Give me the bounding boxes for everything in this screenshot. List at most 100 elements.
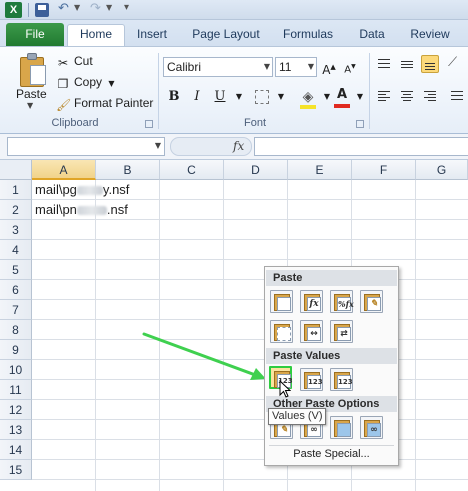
insert-function-icon[interactable]: fx bbox=[233, 139, 244, 153]
formula-input[interactable] bbox=[254, 137, 468, 156]
font-family-value: Calibri bbox=[167, 60, 202, 74]
redo-dropdown-icon[interactable]: ▼ bbox=[106, 3, 112, 12]
tab-formulas[interactable]: Formulas bbox=[277, 25, 339, 46]
paste-option-formulas[interactable]: fx bbox=[300, 290, 323, 313]
paste-option-values-number-format[interactable]: 123 bbox=[300, 368, 323, 391]
font-color-icon[interactable]: A bbox=[333, 86, 351, 104]
align-right-icon[interactable] bbox=[421, 87, 439, 105]
paintbrush-icon: ✎ bbox=[367, 297, 381, 311]
row-header[interactable]: 14 bbox=[0, 440, 32, 460]
customize-toolbar-icon[interactable]: ▾ bbox=[124, 2, 129, 13]
row-header[interactable]: 10 bbox=[0, 360, 32, 380]
tab-page-layout[interactable]: Page Layout bbox=[187, 25, 265, 46]
values-tooltip: Values (V) bbox=[268, 408, 326, 425]
mouse-cursor-icon bbox=[279, 380, 291, 398]
italic-button[interactable]: I bbox=[188, 88, 206, 106]
row-header[interactable]: 8 bbox=[0, 320, 32, 340]
row-header[interactable]: 2 bbox=[0, 200, 32, 220]
fill-color-icon[interactable]: ◈ bbox=[299, 88, 317, 106]
cell-a1[interactable]: mail\pg y.nsf bbox=[35, 180, 129, 200]
copy-dropdown-icon[interactable]: ▼ bbox=[108, 79, 114, 88]
no-borders-icon bbox=[277, 327, 291, 341]
tab-file[interactable]: File bbox=[6, 23, 64, 46]
align-bottom-icon[interactable] bbox=[421, 55, 439, 73]
underline-dropdown-icon[interactable]: ▼ bbox=[230, 88, 248, 106]
save-icon[interactable] bbox=[35, 3, 49, 17]
align-top-icon[interactable] bbox=[375, 55, 393, 73]
paste-option-values-source-format[interactable]: 123 bbox=[330, 368, 353, 391]
quick-access-toolbar: X ↶ ▼ ↷ ▼ ▾ bbox=[0, 0, 468, 20]
name-box[interactable]: ▼ bbox=[7, 137, 165, 156]
underline-button[interactable]: U bbox=[211, 88, 229, 106]
row-header[interactable]: 9 bbox=[0, 340, 32, 360]
font-family-select[interactable]: Calibri ▼ bbox=[163, 57, 273, 77]
tab-data[interactable]: Data bbox=[352, 25, 392, 46]
row-header[interactable]: 15 bbox=[0, 460, 32, 480]
align-middle-icon[interactable] bbox=[398, 55, 416, 73]
font-color-dropdown-icon[interactable]: ▼ bbox=[351, 88, 369, 106]
paste-option-no-borders[interactable] bbox=[270, 320, 293, 343]
link-icon: ∞ bbox=[307, 423, 321, 437]
paste-dropdown-icon[interactable]: ▼ bbox=[27, 101, 33, 110]
column-header-d[interactable]: D bbox=[224, 160, 288, 180]
orientation-icon[interactable]: ⟋ bbox=[448, 55, 466, 73]
copy-label: Copy bbox=[74, 75, 103, 89]
column-header-f[interactable]: F bbox=[352, 160, 416, 180]
paste-option-keep-column-widths[interactable]: ↔ bbox=[300, 320, 323, 343]
chevron-down-icon: ▼ bbox=[154, 141, 161, 150]
undo-dropdown-icon[interactable]: ▼ bbox=[74, 3, 80, 12]
bold-button[interactable]: B bbox=[165, 88, 183, 106]
paste-option-formulas-number-format[interactable]: %fx bbox=[330, 290, 354, 313]
group-separator bbox=[158, 53, 159, 129]
font-launcher-icon[interactable] bbox=[356, 120, 364, 128]
row-header[interactable]: 7 bbox=[0, 300, 32, 320]
column-header-e[interactable]: E bbox=[288, 160, 352, 180]
column-header-g[interactable]: G bbox=[416, 160, 468, 180]
borders-icon[interactable] bbox=[255, 90, 269, 104]
row-header[interactable]: 1 bbox=[0, 180, 32, 200]
decrease-indent-icon[interactable] bbox=[448, 87, 466, 105]
column-header-b[interactable]: B bbox=[96, 160, 160, 180]
paste-option-transpose[interactable]: ⇄ bbox=[330, 320, 353, 343]
paste-option-picture[interactable] bbox=[330, 416, 353, 439]
select-all-corner[interactable] bbox=[0, 160, 32, 180]
format-painter-button[interactable]: 🖌 Format Painter bbox=[56, 94, 153, 112]
toolbar-separator bbox=[28, 3, 29, 17]
redo-icon[interactable]: ↷ bbox=[90, 1, 101, 16]
row-header[interactable]: 12 bbox=[0, 400, 32, 420]
row-header[interactable]: 6 bbox=[0, 280, 32, 300]
tab-home[interactable]: Home bbox=[67, 24, 125, 46]
align-center-icon[interactable] bbox=[398, 87, 416, 105]
grow-font-icon[interactable]: A▲ bbox=[320, 58, 338, 77]
clipboard-launcher-icon[interactable] bbox=[145, 120, 153, 128]
column-header-c[interactable]: C bbox=[160, 160, 224, 180]
formula-icon: fx bbox=[307, 297, 321, 311]
menu-separator bbox=[269, 445, 394, 446]
row-header[interactable]: 5 bbox=[0, 260, 32, 280]
undo-icon[interactable]: ↶ bbox=[58, 1, 69, 16]
paste-option-keep-source-formatting[interactable]: ✎ bbox=[360, 290, 383, 313]
picture-icon bbox=[337, 423, 351, 437]
row-header[interactable]: 11 bbox=[0, 380, 32, 400]
paste-option-linked-picture[interactable]: ∞ bbox=[360, 416, 383, 439]
paste-button[interactable] bbox=[18, 53, 48, 89]
row-header[interactable]: 3 bbox=[0, 220, 32, 240]
gridline bbox=[32, 439, 468, 440]
font-size-select[interactable]: 11 ▼ bbox=[275, 57, 317, 77]
redacted-text bbox=[76, 186, 103, 196]
paste-values-section-header: Paste Values bbox=[266, 348, 397, 364]
paste-special-menu-item[interactable]: Paste Special... bbox=[265, 448, 398, 460]
column-header-a[interactable]: A bbox=[32, 160, 96, 180]
shrink-font-icon[interactable]: A▼ bbox=[341, 58, 359, 76]
paste-option-paste[interactable] bbox=[270, 290, 293, 313]
row-header[interactable]: 4 bbox=[0, 240, 32, 260]
cell-a2[interactable]: mail\pn .nsf bbox=[35, 200, 128, 220]
row-header[interactable]: 13 bbox=[0, 420, 32, 440]
cut-button[interactable]: ✂ Cut bbox=[56, 52, 93, 70]
group-separator bbox=[369, 53, 370, 129]
align-left-icon[interactable] bbox=[375, 87, 393, 105]
borders-dropdown-icon[interactable]: ▼ bbox=[272, 88, 290, 106]
tab-insert[interactable]: Insert bbox=[130, 25, 174, 46]
tab-review[interactable]: Review bbox=[405, 25, 455, 46]
copy-button[interactable]: ❐ Copy ▼ bbox=[56, 73, 115, 91]
